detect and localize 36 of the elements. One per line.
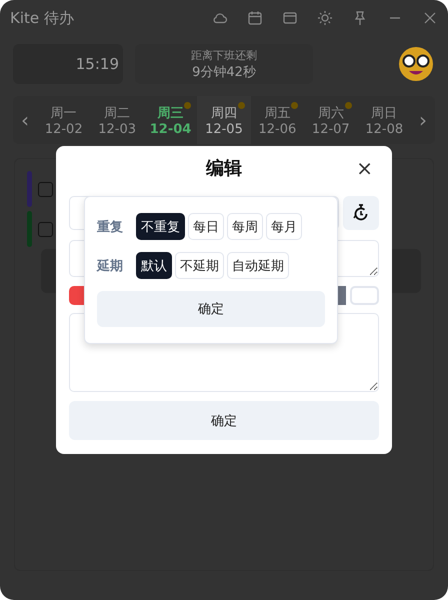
color-swatch[interactable] <box>350 286 379 305</box>
clock-time: 15:19 <box>76 55 119 73</box>
option-chip[interactable]: 默认 <box>136 252 172 279</box>
option-chip[interactable]: 不延期 <box>175 252 224 279</box>
pin-icon[interactable] <box>352 10 368 26</box>
close-button[interactable]: × <box>352 158 377 178</box>
sun-icon[interactable] <box>317 10 333 26</box>
task-checkbox[interactable] <box>38 222 53 236</box>
window-icon[interactable] <box>282 10 298 26</box>
option-chip[interactable]: 不重复 <box>136 213 185 240</box>
day-tab[interactable]: 周三 12-04 <box>144 96 198 144</box>
option-chip[interactable]: 每周 <box>227 213 263 240</box>
day-tab[interactable]: 周二 12-03 <box>90 96 144 144</box>
close-icon[interactable] <box>422 10 438 26</box>
previous-week-button[interactable]: ‹ <box>13 96 37 144</box>
countdown-label: 距离下班还剩 <box>191 48 257 62</box>
repeat-timer-button[interactable] <box>343 196 379 230</box>
day-tab[interactable]: 周六 12-07 <box>304 96 358 144</box>
countdown-value: 9分钟42秒 <box>192 64 256 80</box>
confirm-button[interactable]: 确定 <box>69 401 379 440</box>
day-tab[interactable]: 周四 12-05 <box>197 96 251 144</box>
option-chip[interactable]: 自动延期 <box>227 252 289 279</box>
next-week-button[interactable]: › <box>410 96 435 144</box>
option-chip[interactable]: 每日 <box>188 213 224 240</box>
dialog-title: 编辑 <box>206 157 242 180</box>
option-label: 延期 <box>97 258 123 274</box>
day-tab[interactable]: 周日 12-08 <box>358 96 411 144</box>
option-label: 重复 <box>97 218 123 236</box>
task-checkbox[interactable] <box>38 182 53 196</box>
popover-confirm-button[interactable]: 确定 <box>97 291 325 327</box>
window-title: Kite 待办 <box>10 8 74 28</box>
calendar-icon[interactable] <box>247 10 263 26</box>
day-tab[interactable]: 周一 12-02 <box>37 96 90 144</box>
emoji-icon[interactable] <box>397 45 435 83</box>
option-chip[interactable]: 每月 <box>266 213 302 240</box>
day-tab[interactable]: 周五 12-06 <box>250 96 304 144</box>
